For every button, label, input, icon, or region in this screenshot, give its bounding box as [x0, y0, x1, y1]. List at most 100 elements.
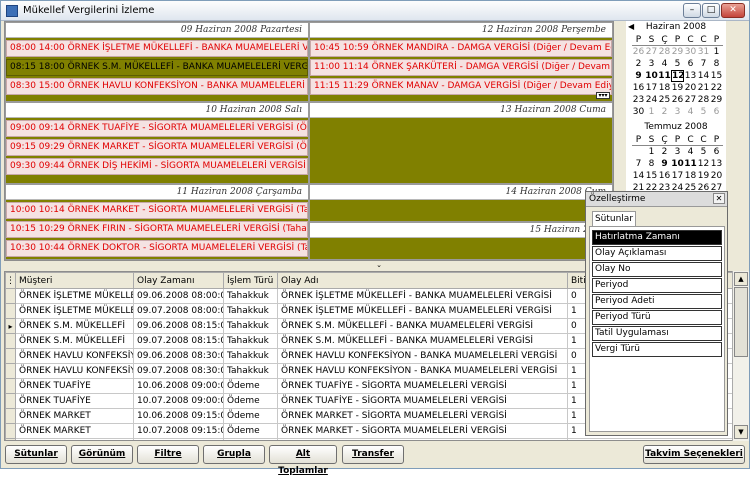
- row-indicator[interactable]: [5, 378, 16, 394]
- column-header-operation-type[interactable]: İşlem Türü: [223, 272, 278, 289]
- calendar-day[interactable]: 22: [710, 82, 723, 94]
- calendar-day[interactable]: 10: [645, 70, 658, 82]
- calendar-day[interactable]: 5: [671, 58, 684, 70]
- cell-customer[interactable]: ÖRNEK İŞLETME MÜKELLEFİ: [15, 288, 134, 304]
- cell-customer[interactable]: ÖRNEK S.M. MÜKELLEFİ: [15, 333, 134, 349]
- table-row[interactable]: ÖRNEK DİŞ HEKİMİ10.06.2008 09:30:00Ödeme…: [5, 438, 746, 440]
- cell-event-time[interactable]: 09.06.2008 08:00:00: [133, 288, 224, 304]
- calendar-day[interactable]: 18: [658, 82, 671, 94]
- calendar-day[interactable]: 19: [697, 170, 710, 182]
- calendar-day[interactable]: 8: [645, 158, 658, 170]
- group-button[interactable]: Grupla: [203, 445, 265, 464]
- row-indicator[interactable]: [5, 438, 16, 440]
- calendar-day[interactable]: 1: [645, 106, 658, 118]
- calendar-day[interactable]: 16: [658, 170, 671, 182]
- column-field-item[interactable]: Tatil Uygulaması: [592, 326, 722, 341]
- customization-header[interactable]: Özelleştirme ✕: [586, 192, 727, 207]
- row-indicator[interactable]: [5, 423, 16, 439]
- maximize-button[interactable]: □: [702, 3, 720, 18]
- cell-event-name[interactable]: ÖRNEK HAVLU KONFEKSİYON - BANKA MUAMELEL…: [277, 363, 568, 379]
- calendar-day[interactable]: 8: [710, 58, 723, 70]
- scheduler-view[interactable]: 09 Haziran 2008 Pazartesi 08:00 14:00 ÖR…: [4, 21, 614, 261]
- appointment[interactable]: 10:15 10:29 ÖRNEK FIRIN - SİGORTA MUAMEL…: [6, 221, 308, 238]
- row-indicator[interactable]: [5, 393, 16, 409]
- calendar-day[interactable]: 29: [671, 46, 684, 58]
- calendar-day[interactable]: 19: [671, 82, 684, 94]
- cell-event-time[interactable]: 09.06.2008 08:30:00: [133, 348, 224, 364]
- subtotals-button[interactable]: Alt Toplamlar: [269, 445, 337, 476]
- column-field-item[interactable]: Periyod Türü: [592, 310, 722, 325]
- cell-operation-type[interactable]: Tahakkuk: [223, 363, 278, 379]
- calendar-day[interactable]: 24: [645, 94, 658, 106]
- cell-customer[interactable]: ÖRNEK İŞLETME MÜKELLEFİ: [15, 303, 134, 319]
- calendar-day[interactable]: 28: [658, 46, 671, 58]
- tab-columns[interactable]: Sütunlar: [592, 211, 636, 226]
- column-field-list[interactable]: Hatırlatma Zamanı Olay Açıklaması Olay No P…: [589, 226, 725, 432]
- calendar-day[interactable]: 2: [658, 146, 671, 158]
- calendar-day[interactable]: 27: [645, 46, 658, 58]
- column-field-item[interactable]: Hatırlatma Zamanı: [592, 230, 722, 245]
- calendar-day[interactable]: 28: [697, 94, 710, 106]
- column-field-item[interactable]: Olay Açıklaması: [592, 246, 722, 261]
- cell-operation-type[interactable]: Ödeme: [223, 393, 278, 409]
- calendar-day[interactable]: 4: [684, 106, 697, 118]
- appointment[interactable]: 08:00 14:00 ÖRNEK İŞLETME MÜKELLEFİ - BA…: [6, 40, 308, 57]
- cell-customer[interactable]: ÖRNEK S.M. MÜKELLEFİ: [15, 318, 134, 334]
- calendar-day[interactable]: 5: [697, 106, 710, 118]
- calendar-day[interactable]: 13: [684, 70, 697, 82]
- calendar-day[interactable]: 3: [671, 106, 684, 118]
- calendar-day[interactable]: 7: [697, 58, 710, 70]
- appointment[interactable]: 10:45 10:59 ÖRNEK MANDIRA - DAMGA VERGİS…: [310, 40, 612, 57]
- cell-customer[interactable]: ÖRNEK TUAFİYE: [15, 378, 134, 394]
- day-2008-06-09[interactable]: 09 Haziran 2008 Pazartesi 08:00 14:00 ÖR…: [5, 22, 309, 102]
- row-indicator[interactable]: [5, 348, 16, 364]
- cell-event-time[interactable]: 10.06.2008 09:15:00: [133, 408, 224, 424]
- view-button[interactable]: Görünüm: [71, 445, 133, 464]
- calendar-day[interactable]: 14: [632, 170, 645, 182]
- calendar-day[interactable]: 25: [658, 94, 671, 106]
- cell-operation-type[interactable]: Tahakkuk: [223, 348, 278, 364]
- grid-vertical-scrollbar[interactable]: ▲ ▼: [732, 271, 749, 441]
- day-2008-06-15[interactable]: 15 Haziran 2008: [309, 222, 613, 260]
- appointment[interactable]: 09:15 09:29 ÖRNEK MARKET - SİGORTA MUAME…: [6, 139, 308, 156]
- calendar-day[interactable]: 11: [658, 70, 671, 82]
- cell-event-time[interactable]: 09.07.2008 08:00:00: [133, 303, 224, 319]
- calendar-day[interactable]: 15: [645, 170, 658, 182]
- cell-operation-type[interactable]: Tahakkuk: [223, 303, 278, 319]
- scroll-thumb[interactable]: [734, 287, 748, 357]
- calendar-day[interactable]: 10: [671, 158, 684, 170]
- calendar-day[interactable]: 3: [671, 146, 684, 158]
- minimize-button[interactable]: –: [683, 3, 701, 18]
- calendar-day[interactable]: 5: [697, 146, 710, 158]
- chevron-down-icon[interactable]: ⌄: [372, 262, 386, 269]
- cell-event-name[interactable]: ÖRNEK TUAFİYE - SİGORTA MUAMELELERİ VERG…: [277, 378, 568, 394]
- cell-customer[interactable]: ÖRNEK TUAFİYE: [15, 393, 134, 409]
- calendar-day[interactable]: 21: [697, 82, 710, 94]
- cell-event-name[interactable]: ÖRNEK TUAFİYE - SİGORTA MUAMELELERİ VERG…: [277, 393, 568, 409]
- day-2008-06-11[interactable]: 11 Haziran 2008 Çarşamba 10:00 10:14 ÖRN…: [5, 184, 309, 260]
- title-bar[interactable]: Mükellef Vergilerini İzleme – □ ✕: [1, 1, 749, 21]
- row-indicator-header[interactable]: ⋮: [5, 272, 16, 289]
- column-field-item[interactable]: Vergi Türü: [592, 342, 722, 357]
- calendar-day[interactable]: 17: [671, 170, 684, 182]
- row-indicator[interactable]: [5, 303, 16, 319]
- calendar-day[interactable]: 3: [645, 58, 658, 70]
- cell-operation-type[interactable]: Ödeme: [223, 438, 278, 440]
- cell-customer[interactable]: ÖRNEK DİŞ HEKİMİ: [15, 438, 134, 440]
- row-indicator[interactable]: [5, 408, 16, 424]
- appointment[interactable]: 09:00 09:14 ÖRNEK TUAFİYE - SİGORTA MUAM…: [6, 120, 308, 137]
- cell-event-name[interactable]: ÖRNEK HAVLU KONFEKSİYON - BANKA MUAMELEL…: [277, 348, 568, 364]
- calendar-day[interactable]: 2: [632, 58, 645, 70]
- appointment-selected[interactable]: 08:15 18:00 ÖRNEK S.M. MÜKELLEFİ - BANKA…: [6, 59, 308, 76]
- calendar-day[interactable]: 1: [710, 46, 723, 58]
- cell-event-name[interactable]: ÖRNEK İŞLETME MÜKELLEFİ - BANKA MUAMELEL…: [277, 288, 568, 304]
- calendar-day[interactable]: 13: [710, 158, 723, 170]
- day-2008-06-10[interactable]: 10 Haziran 2008 Salı 09:00 09:14 ÖRNEK T…: [5, 102, 309, 184]
- cell-operation-type[interactable]: Tahakkuk: [223, 333, 278, 349]
- month-grid-july[interactable]: P S Ç P C C P 1 2 3 4 5 6 7 8 9 10 11 12 13 14 15 16 17 18 19 20 21…: [632, 134, 726, 194]
- calendar-day[interactable]: 9: [658, 158, 671, 170]
- cell-operation-type[interactable]: Tahakkuk: [223, 318, 278, 334]
- prev-month-icon[interactable]: ◀: [628, 22, 634, 31]
- calendar-day[interactable]: 31: [697, 46, 710, 58]
- month-grid-june[interactable]: P S Ç P C C P 26 27 28 29 30 31 1 2 3 4 5 6 7 8 9 10 11 12 13 14 15…: [632, 34, 726, 118]
